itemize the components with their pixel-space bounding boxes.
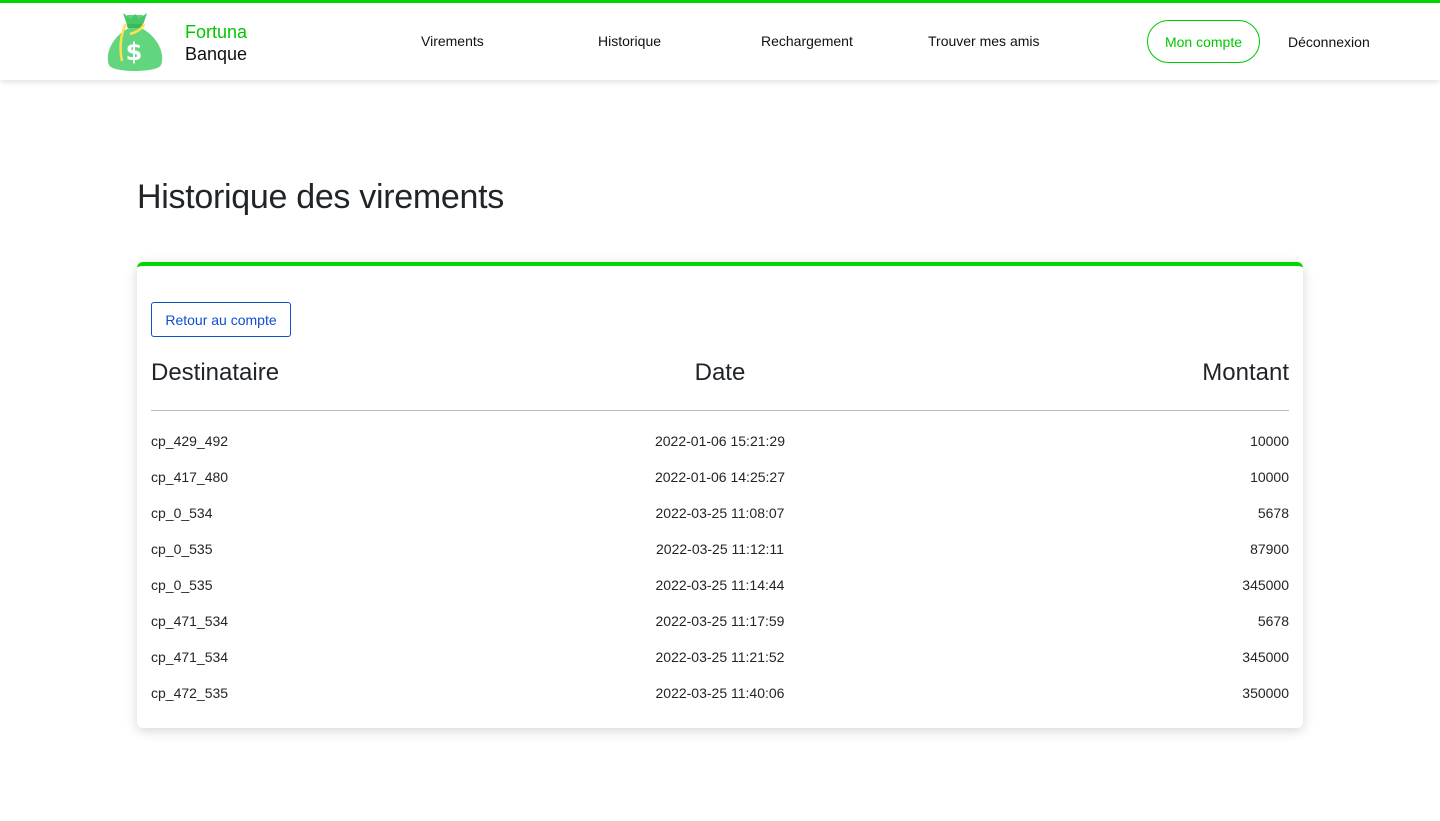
table-row: cp_429_492 2022-01-06 15:21:29 10000 [151,410,1289,459]
my-account-button[interactable]: Mon compte [1147,20,1260,63]
cell-date: 2022-03-25 11:21:52 [655,649,785,665]
cell-date: 2022-01-06 14:25:27 [654,469,785,485]
top-navbar: $ Fortuna Banque Virements Historique Re… [0,0,1440,80]
cell-recipient: cp_429_492 [151,432,229,449]
nav-history[interactable]: Historique [598,33,661,49]
nav-recharge[interactable]: Rechargement [761,33,853,49]
table-row: cp_0_535 2022-03-25 11:12:11 87900 [151,531,1289,567]
header-date: Date [526,356,914,411]
cell-amount: 10000 [1250,432,1289,449]
cell-recipient: cp_0_534 [151,505,213,521]
cell-recipient: cp_0_535 [151,577,213,593]
table-row: cp_471_534 2022-03-25 11:21:52 345000 [151,639,1289,675]
cell-recipient: cp_472_535 [151,685,229,701]
logout-link[interactable]: Déconnexion [1288,34,1370,50]
table-row: cp_472_535 2022-03-25 11:40:06 350000 [151,675,1289,711]
cell-date: 2022-01-06 15:21:29 [654,432,785,449]
cell-date: 2022-03-25 11:08:07 [655,505,785,521]
cell-amount: 87900 [1250,541,1289,557]
transfers-table: Destinataire Date Montant cp_429_492 202… [151,356,1289,711]
table-header-row: Destinataire Date Montant [151,356,1289,411]
transfers-card: Retour au compte Destinataire Date Monta… [137,262,1303,728]
cell-recipient: cp_471_534 [151,649,229,665]
cell-recipient: cp_417_480 [151,469,229,485]
cell-amount: 10000 [1250,469,1289,485]
cell-amount: 5678 [1257,505,1289,521]
cell-recipient: cp_0_535 [151,541,213,557]
nav-transfers[interactable]: Virements [421,33,484,49]
cell-amount: 350000 [1242,685,1289,701]
money-bag-dollar-icon: $ [107,13,163,71]
page-title: Historique des virements [137,178,504,216]
cell-date: 2022-03-25 11:14:44 [655,577,785,593]
cell-date: 2022-03-25 11:17:59 [655,613,785,629]
table-row: cp_471_534 2022-03-25 11:17:59 5678 [151,603,1289,639]
brand[interactable]: $ Fortuna Banque [103,10,247,76]
table-row: cp_0_534 2022-03-25 11:08:07 5678 [151,495,1289,531]
nav-find-friends[interactable]: Trouver mes amis [928,33,1040,49]
cell-amount: 345000 [1242,649,1289,665]
brand-subtitle: Banque [185,44,248,64]
header-recipient: Destinataire [151,356,527,411]
header-amount: Montant [913,356,1289,411]
cell-amount: 5678 [1257,613,1289,629]
brand-name: Fortuna [185,22,248,42]
cell-date: 2022-03-25 11:40:06 [655,685,785,701]
cell-recipient: cp_471_534 [151,613,229,629]
table-row: cp_417_480 2022-01-06 14:25:27 10000 [151,459,1289,495]
svg-text:$: $ [126,38,143,66]
table-row: cp_0_535 2022-03-25 11:14:44 345000 [151,567,1289,603]
cell-date: 2022-03-25 11:12:11 [656,541,784,557]
back-to-account-button[interactable]: Retour au compte [151,302,291,337]
cell-amount: 345000 [1242,577,1289,593]
